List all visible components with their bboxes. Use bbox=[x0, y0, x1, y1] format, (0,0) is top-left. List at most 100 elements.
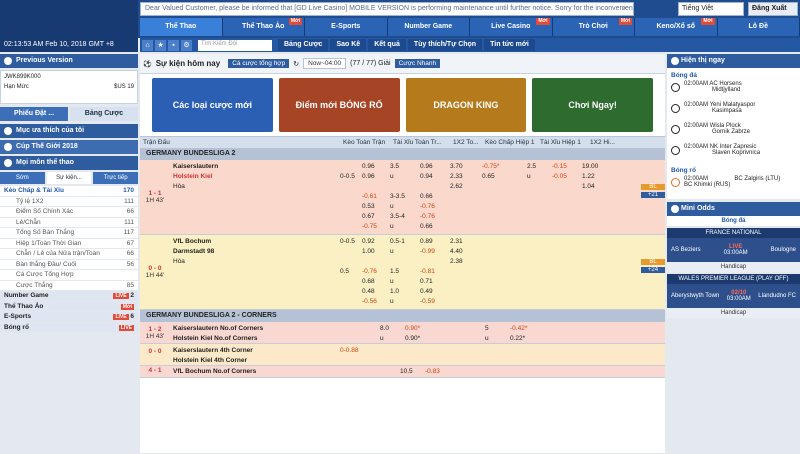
all-bets-button[interactable]: Cá cược tổng hợp bbox=[228, 59, 289, 68]
odds-cell[interactable] bbox=[552, 257, 582, 267]
language-select[interactable]: Tiếng Việt bbox=[678, 2, 744, 16]
odds-cell[interactable] bbox=[482, 202, 527, 212]
odds-cell[interactable]: -0.76 bbox=[420, 202, 450, 212]
odds-cell[interactable]: 0.66 bbox=[420, 222, 450, 232]
odds-cell[interactable]: 2.62 bbox=[450, 182, 482, 192]
league-header[interactable]: GERMANY BUNDESLIGA 2 bbox=[140, 148, 665, 160]
sidebar-item-sport[interactable]: Bàn thắng Đầu/ Cuối56 bbox=[0, 260, 138, 271]
tab-early[interactable]: Sớm bbox=[0, 172, 45, 184]
live-match[interactable]: 02:00AM Wisla PlockGornik Zabrze bbox=[671, 123, 796, 144]
odds-value[interactable]: -0.42* bbox=[510, 324, 540, 334]
statement-button[interactable]: Sao Kê bbox=[330, 39, 366, 51]
sidebar-item-sport[interactable]: Tỷ lệ 1X2111 bbox=[0, 197, 138, 208]
odds-cell[interactable]: -0.05 bbox=[552, 172, 582, 182]
previous-version-button[interactable]: Previous Version bbox=[0, 54, 138, 68]
odds-cell[interactable] bbox=[552, 182, 582, 192]
odds-cell[interactable]: -0.59 bbox=[420, 297, 450, 307]
odds-cell[interactable] bbox=[552, 297, 582, 307]
live-match[interactable]: 02:00AMBC Khimki (RUS) BC Zalgiris (LTU) bbox=[671, 176, 796, 197]
search-input[interactable]: Tìm Kiếm Đội bbox=[198, 40, 272, 51]
odds-cell[interactable] bbox=[420, 182, 450, 192]
odds-value[interactable]: 0.90* bbox=[405, 324, 440, 334]
odds-cell[interactable] bbox=[582, 267, 612, 277]
tab-esports[interactable]: E-Sports bbox=[305, 18, 388, 36]
sidebar-item-sport[interactable]: Điểm Số Chính Xác66 bbox=[0, 207, 138, 218]
stats-badge[interactable]: BL bbox=[641, 184, 665, 190]
quick-bet-toggle[interactable]: Cược Nhanh bbox=[395, 59, 441, 68]
odds-cell[interactable] bbox=[582, 257, 612, 267]
odds-cell[interactable]: 2.33 bbox=[450, 172, 482, 182]
sidebar-item-sport[interactable]: Bóng rổLIVE bbox=[0, 323, 138, 334]
sidebar-item-sport[interactable]: Tổng Số Bàn Thắng117 bbox=[0, 228, 138, 239]
sidebar-item-sport[interactable]: Cược Thắng85 bbox=[0, 281, 138, 292]
odds-cell[interactable]: 1.22 bbox=[582, 172, 612, 182]
flag-icon[interactable]: ▪ bbox=[168, 40, 179, 51]
tab-keno[interactable]: Keno/Xổ sốMới bbox=[635, 18, 718, 36]
more-bets-button[interactable]: +21 bbox=[641, 192, 665, 198]
stats-badge[interactable]: BL bbox=[641, 259, 665, 265]
odds-cell[interactable] bbox=[450, 277, 482, 287]
odds-cell[interactable] bbox=[552, 212, 582, 222]
odds-cell[interactable] bbox=[552, 237, 582, 247]
settings-icon[interactable]: ⚙ bbox=[181, 40, 192, 51]
odds-cell[interactable] bbox=[450, 222, 482, 232]
odds-cell[interactable] bbox=[582, 202, 612, 212]
odds-cell[interactable]: 0.67 bbox=[362, 212, 390, 222]
odds-cell[interactable] bbox=[582, 192, 612, 202]
odds-cell[interactable]: -0.99 bbox=[420, 247, 450, 257]
league-count[interactable]: (77 / 77) Giải bbox=[350, 60, 390, 67]
preferences-button[interactable]: Tùy thích/Tự Chọn bbox=[408, 39, 482, 51]
odds-cell[interactable] bbox=[582, 277, 612, 287]
odds-cell[interactable] bbox=[552, 192, 582, 202]
odds-cell[interactable]: 19.00 bbox=[582, 162, 612, 172]
mini-odds-card[interactable]: FRANCE NATIONALAS BeziersLIVE03:00AMBoul… bbox=[667, 228, 800, 272]
odds-cell[interactable]: 1.00 bbox=[362, 247, 390, 257]
odds-cell[interactable]: -0.76 bbox=[420, 212, 450, 222]
odds-cell[interactable] bbox=[450, 192, 482, 202]
odds-cell[interactable]: 0.96 bbox=[362, 162, 390, 172]
odds-cell[interactable]: 0.65 bbox=[482, 172, 527, 182]
odds-cell[interactable] bbox=[552, 287, 582, 297]
sidebar-item-sport[interactable]: Number GameLIVE 2 bbox=[0, 291, 138, 302]
tab-sports[interactable]: Thể Thao bbox=[140, 18, 223, 36]
odds-cell[interactable] bbox=[552, 267, 582, 277]
odds-cell[interactable] bbox=[482, 247, 527, 257]
odds-cell[interactable] bbox=[482, 222, 527, 232]
sidebar-item-sport[interactable]: Thể Thao ẢoMới bbox=[0, 302, 138, 313]
odds-cell[interactable] bbox=[482, 182, 527, 192]
tab-number-game[interactable]: Number Game bbox=[388, 18, 471, 36]
odds-cell[interactable]: -0.75 bbox=[362, 222, 390, 232]
odds-cell[interactable]: -0.76 bbox=[362, 267, 390, 277]
odds-cell[interactable] bbox=[362, 257, 390, 267]
odds-cell[interactable] bbox=[482, 212, 527, 222]
odds-value[interactable]: 0-0.88 bbox=[340, 346, 358, 356]
news-button[interactable]: Tin tức mới bbox=[484, 39, 535, 51]
odds-cell[interactable] bbox=[482, 287, 527, 297]
odds-cell[interactable]: 0.53 bbox=[362, 202, 390, 212]
mini-odds-sport[interactable]: Bóng đá bbox=[667, 216, 800, 226]
odds-cell[interactable]: -0.15 bbox=[552, 162, 582, 172]
tab-games[interactable]: Trò ChơiMới bbox=[553, 18, 636, 36]
odds-cell[interactable] bbox=[450, 267, 482, 277]
odds-value[interactable]: 0.90* bbox=[405, 334, 440, 344]
live-match[interactable]: 02:00AM NK Inter ZapresicSlaven Koprivni… bbox=[671, 144, 796, 165]
odds-cell[interactable] bbox=[450, 297, 482, 307]
odds-cell[interactable]: 1.04 bbox=[582, 182, 612, 192]
odds-cell[interactable]: 0.48 bbox=[362, 287, 390, 297]
favorites-header[interactable]: Mục ưa thích của tôi bbox=[0, 124, 138, 138]
sidebar-item-sport[interactable]: Kèo Chấp & Tài Xỉu170 bbox=[0, 186, 138, 197]
odds-cell[interactable]: 0.68 bbox=[362, 277, 390, 287]
odds-cell[interactable] bbox=[582, 247, 612, 257]
odds-value[interactable]: 0.22* bbox=[510, 334, 540, 344]
odds-cell[interactable] bbox=[450, 212, 482, 222]
odds-cell[interactable] bbox=[362, 182, 390, 192]
tab-live[interactable]: Trực tiếp bbox=[93, 172, 138, 184]
odds-cell[interactable]: 0.96 bbox=[420, 162, 450, 172]
sidebar-item-sport[interactable]: Cá Cược Tổng Hợp bbox=[0, 270, 138, 281]
odds-cell[interactable] bbox=[582, 297, 612, 307]
odds-cell[interactable] bbox=[482, 267, 527, 277]
odds-cell[interactable]: -0.81 bbox=[420, 267, 450, 277]
sidebar-item-sport[interactable]: Chẵn / Lẻ của Nửa trận/Toàn66 bbox=[0, 249, 138, 260]
promo-banner[interactable]: DRAGON KING bbox=[406, 78, 527, 132]
odds-cell[interactable]: 0.94 bbox=[420, 172, 450, 182]
